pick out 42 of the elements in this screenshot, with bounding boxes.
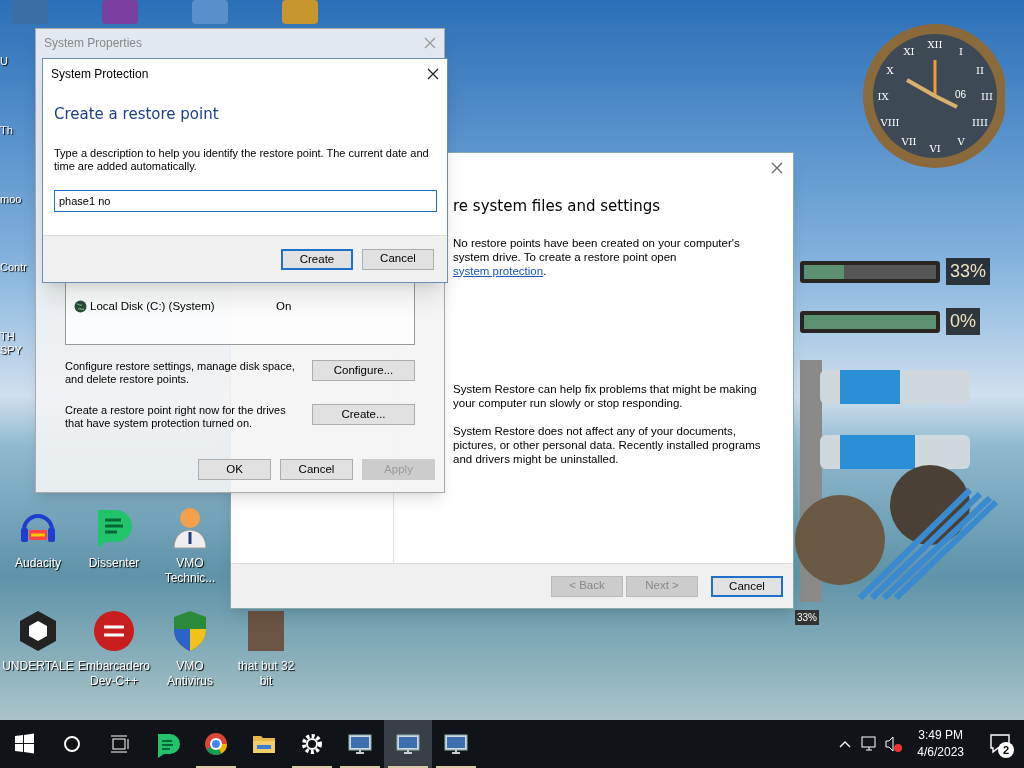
icon-label[interactable]: Dissenter	[78, 556, 150, 571]
icon-label[interactable]: VMO Technic...	[154, 556, 226, 586]
wizard-title: re system files and settings	[453, 196, 662, 217]
configure-button[interactable]: Configure...	[312, 360, 415, 381]
close-icon[interactable]	[427, 68, 439, 80]
protection-status: On	[276, 299, 292, 314]
globe-icon	[74, 300, 87, 314]
description-text: Configure restore settings, manage disk space, and delete restore points.	[65, 360, 296, 386]
create-button[interactable]: Create...	[312, 404, 415, 425]
taskbar-button[interactable]	[384, 720, 432, 768]
dialog-title: System Protection	[51, 66, 149, 83]
taskbar-time[interactable]: 3:49 PM	[918, 727, 963, 744]
drive-name[interactable]: Local Disk (C:) (System)	[90, 298, 276, 316]
icon-label[interactable]: moo	[0, 192, 36, 207]
taskbar-date[interactable]: 4/6/2023	[917, 744, 964, 761]
clock-date: 06	[955, 88, 967, 102]
create-button[interactable]: Create	[281, 248, 353, 270]
meter-reading: 0%	[946, 308, 980, 335]
gauge-reading: 33%	[795, 610, 819, 625]
cancel-button[interactable]: Cancel	[362, 248, 434, 270]
ok-button[interactable]: OK	[198, 459, 271, 480]
meter-reading: 33%	[946, 258, 991, 285]
info-text: System Restore can help fix problems that might be making your computer run slowly or stop responding.	[453, 381, 758, 410]
dialog-heading: Create a restore point	[54, 104, 220, 125]
cancel-button[interactable]: Cancel	[280, 459, 353, 480]
notification-button[interactable]: 2	[976, 720, 1024, 768]
icon-label[interactable]: Embarcadero Dev-C++	[78, 659, 150, 689]
icon-label[interactable]: that but 32 bit	[230, 659, 302, 689]
info-text: No restore points have been created on your computer's system drive. To create a restore point open system protection.	[453, 235, 741, 278]
icon-label[interactable]: VMO Antivirus	[154, 659, 226, 689]
cancel-button[interactable]: Cancel	[711, 575, 783, 597]
description-field[interactable]: phase1 no	[54, 189, 437, 212]
info-text: System Restore does not affect any of your documents, pictures, or other personal data. Recently installed programs and drivers might be uninstalled.	[453, 423, 762, 466]
notification-count: 2	[998, 742, 1014, 758]
icon-label[interactable]: UNDERTALE	[2, 659, 74, 674]
instruction-text: Type a description to help you identify the restore point. The current date and time are added automatically.	[54, 146, 430, 173]
icon-label[interactable]: U	[0, 55, 36, 69]
icon-label[interactable]: Th	[0, 123, 36, 138]
icon-label[interactable]: Contr	[0, 261, 36, 275]
window-title: System Properties	[44, 35, 143, 52]
icon-label[interactable]: Audacity	[2, 556, 74, 571]
description-text: Create a restore point right now for the drives that have system protection turned on.	[65, 404, 287, 430]
